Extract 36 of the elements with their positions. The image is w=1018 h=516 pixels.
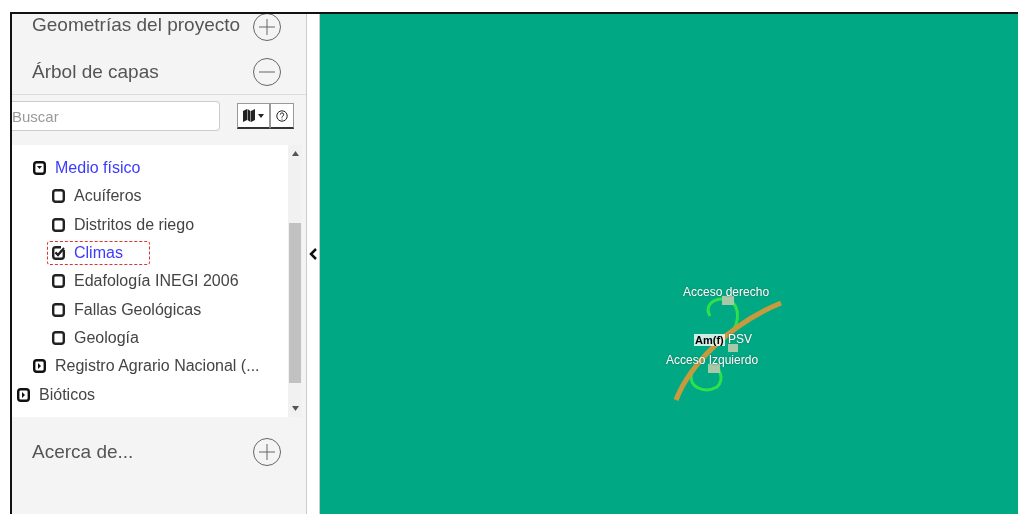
help-button[interactable]	[270, 103, 294, 129]
folder-closed-icon[interactable]	[33, 359, 46, 374]
layer-item[interactable]: Bióticos	[12, 382, 101, 407]
collapse-icon[interactable]	[309, 248, 317, 260]
checkbox-icon[interactable]	[52, 274, 65, 289]
map-dropdown-button[interactable]	[237, 103, 270, 129]
folder-open-icon[interactable]	[33, 161, 46, 176]
checkbox-icon[interactable]	[52, 217, 65, 232]
layer-item[interactable]: Geología	[47, 325, 144, 350]
checkbox-icon[interactable]	[52, 302, 65, 317]
scroll-down-icon[interactable]	[291, 406, 299, 411]
checked-checkbox-icon[interactable]	[52, 246, 65, 261]
section-title[interactable]: Geometrías del proyecto	[32, 14, 241, 38]
section-title[interactable]: Árbol de capas	[32, 59, 159, 85]
map-label: Acceso derecho	[683, 285, 770, 299]
map-label: Am(f)	[694, 334, 725, 346]
checkbox-icon[interactable]	[52, 330, 65, 345]
layer-item[interactable]: Fallas Geológicas	[47, 297, 207, 322]
section-title[interactable]: Acerca de...	[32, 439, 134, 465]
folder-closed-icon[interactable]	[17, 387, 30, 402]
caret-icon	[258, 113, 264, 118]
expand-icon[interactable]	[252, 437, 282, 467]
help-icon	[276, 109, 288, 122]
layer-item[interactable]: Distritos de riego	[47, 212, 200, 237]
map-label: PSV	[728, 332, 752, 346]
search-field[interactable]: Buscar	[12, 101, 220, 131]
map-icon	[243, 109, 255, 122]
expand-icon[interactable]	[252, 14, 282, 42]
layer-item[interactable]: Registro Agrario Nacional (...	[28, 354, 265, 379]
scroll-thumb[interactable]	[289, 223, 301, 383]
layer-item[interactable]: Edafología INEGI 2006	[47, 269, 244, 294]
scroll-up-icon[interactable]	[291, 151, 299, 156]
layer-item[interactable]: Medio físico	[28, 156, 146, 181]
layer-item[interactable]: Climas	[47, 241, 150, 266]
checkbox-icon[interactable]	[52, 189, 65, 204]
layer-item[interactable]: Acuíferos	[47, 184, 147, 209]
